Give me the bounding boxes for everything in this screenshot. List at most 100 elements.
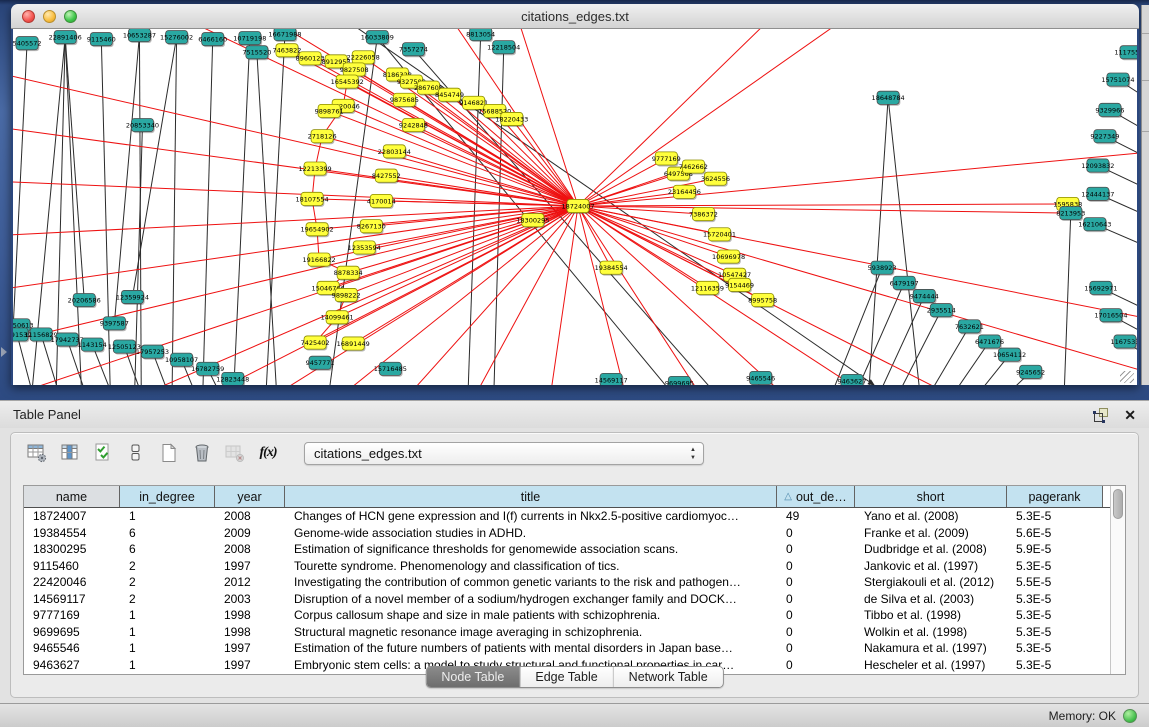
graph-node[interactable]: 14099461 [321,311,354,326]
column-header-title[interactable]: title [285,486,777,507]
graph-edge[interactable] [65,37,84,300]
cell-title[interactable]: Genome-wide association studies in ADHD. [285,525,777,542]
graph-node[interactable]: 9777169 [652,152,681,167]
graph-node[interactable]: 16891449 [337,337,370,352]
cell-year[interactable]: 1998 [215,607,285,624]
graph-edge[interactable] [578,206,1071,213]
cell-year[interactable]: 2008 [215,508,285,525]
table-row[interactable]: 1456911722003Disruption of a novel membe… [24,591,1110,608]
cell-pagerank[interactable]: 5.3E-5 [1007,591,1103,608]
graph-node[interactable]: 18107554 [296,192,329,207]
graph-node[interactable]: 16671988 [268,29,301,42]
cell-out_de[interactable]: 0 [777,657,855,674]
graph-node[interactable]: 6466160 [198,33,227,48]
graph-node[interactable]: 9115460 [87,33,116,48]
graph-edge[interactable] [866,98,888,385]
graph-node[interactable]: 9397587 [100,317,129,332]
graph-node[interactable]: 5938923 [868,261,897,276]
table-row[interactable]: 977716911998Corpus callosum shape and si… [24,607,1110,624]
cell-title[interactable]: Disruption of a novel member of a sodium… [285,591,777,608]
graph-node[interactable]: 12218504 [487,41,520,56]
tab-edge-table[interactable]: Edge Table [520,667,613,687]
cell-in_degree[interactable]: 1 [120,640,215,657]
cell-short[interactable]: Dudbridge et al. (2008) [855,541,1007,558]
cell-title[interactable]: Investigating the contribution of common… [285,574,777,591]
graph-node[interactable]: 12444137 [1081,187,1114,202]
graph-node[interactable]: 9465546 [746,371,775,385]
graph-edge[interactable] [322,136,578,206]
cell-pagerank[interactable]: 5.3E-5 [1007,607,1103,624]
graph-node[interactable]: 2718126 [308,130,337,145]
cell-name[interactable]: 9463627 [24,657,120,674]
graph-node[interactable]: 8878334 [334,266,363,281]
cell-out_de[interactable]: 0 [777,525,855,542]
cell-out_de[interactable]: 0 [777,607,855,624]
close-panel-icon[interactable]: ✕ [1124,408,1136,422]
graph-node[interactable]: 9154469 [725,278,754,293]
graph-edge[interactable] [888,98,924,385]
graph-node[interactable]: 12359924 [116,290,149,305]
cell-in_degree[interactable]: 1 [120,657,215,674]
graph-edge[interactable] [132,37,176,297]
graph-edge[interactable] [202,39,213,385]
graph-node[interactable]: 7515520 [242,46,271,61]
graph-node[interactable]: 15276002 [160,31,193,46]
cell-year[interactable]: 1997 [215,558,285,575]
graph-node[interactable]: 9227349 [1090,130,1119,145]
graph-edge[interactable] [172,37,177,385]
cell-name[interactable]: 9115460 [24,558,120,575]
delete-rows-icon[interactable] [189,440,215,466]
graph-node[interactable]: 12093832 [1081,159,1114,174]
cell-name[interactable]: 9465546 [24,640,120,657]
cell-title[interactable]: Tourette syndrome. Phenomenology and cla… [285,558,777,575]
graph-edge[interactable] [578,204,1068,206]
cell-out_de[interactable]: 49 [777,508,855,525]
cell-short[interactable]: Hescheler et al. (1997) [855,657,1007,674]
window-titlebar[interactable]: citations_edges.txt [11,4,1139,29]
cell-year[interactable]: 1997 [215,657,285,674]
new-table-icon[interactable] [156,440,182,466]
graph-node[interactable]: 9875685 [390,93,419,108]
graph-node[interactable]: 9242848 [399,119,428,134]
graph-node[interactable]: 16033809 [361,31,394,46]
graph-node[interactable]: 18300295 [516,214,549,229]
cell-in_degree[interactable]: 2 [120,574,215,591]
graph-node[interactable]: 19654902 [301,223,334,238]
graph-node[interactable]: 7386372 [689,208,718,223]
graph-node[interactable]: 6471676 [975,335,1004,350]
cell-pagerank[interactable]: 5.9E-5 [1007,541,1103,558]
graph-node[interactable]: 9699695 [665,376,694,385]
graph-node[interactable]: 16545392 [331,75,364,90]
cell-short[interactable]: Stergiakouli et al. (2012) [855,574,1007,591]
graph-node[interactable]: 10654112 [993,348,1026,363]
cell-out_de[interactable]: 0 [777,541,855,558]
graph-node[interactable]: 18220433 [495,112,528,127]
cell-in_degree[interactable]: 1 [120,624,215,641]
function-builder-icon[interactable]: f(x) [255,440,281,466]
resize-grip-icon[interactable] [1120,371,1134,383]
graph-node[interactable]: 9898761 [315,104,344,119]
delete-table-icon[interactable] [222,440,248,466]
graph-node[interactable]: 15751074 [1101,73,1134,88]
cell-short[interactable]: Tibbo et al. (1998) [855,607,1007,624]
minimize-window-icon[interactable] [43,10,56,23]
cell-out_de[interactable]: 0 [777,624,855,641]
column-header-pagerank[interactable]: pagerank [1007,486,1103,507]
graph-node[interactable]: 9474444 [910,289,939,304]
table-row[interactable]: 911546021997Tourette syndrome. Phenomeno… [24,558,1110,575]
cell-in_degree[interactable]: 1 [120,607,215,624]
graph-node[interactable]: 15720401 [703,228,736,243]
graph-node[interactable]: 15716485 [374,362,407,377]
cell-year[interactable]: 2012 [215,574,285,591]
graph-node[interactable]: 16210643 [1078,218,1111,233]
graph-edge[interactable] [264,34,285,385]
table-row[interactable]: 1872400712008Changes of HCN gene express… [24,508,1110,525]
cell-pagerank[interactable]: 5.3E-5 [1007,508,1103,525]
graph-node[interactable]: 4170014 [367,194,396,209]
graph-node[interactable]: 10653287 [123,29,156,43]
tab-node-table[interactable]: Node Table [426,667,520,687]
graph-node[interactable]: 10696978 [712,250,745,265]
scrollbar-thumb[interactable] [1113,489,1123,519]
cell-pagerank[interactable]: 5.6E-5 [1007,525,1103,542]
cell-name[interactable]: 9699695 [24,624,120,641]
